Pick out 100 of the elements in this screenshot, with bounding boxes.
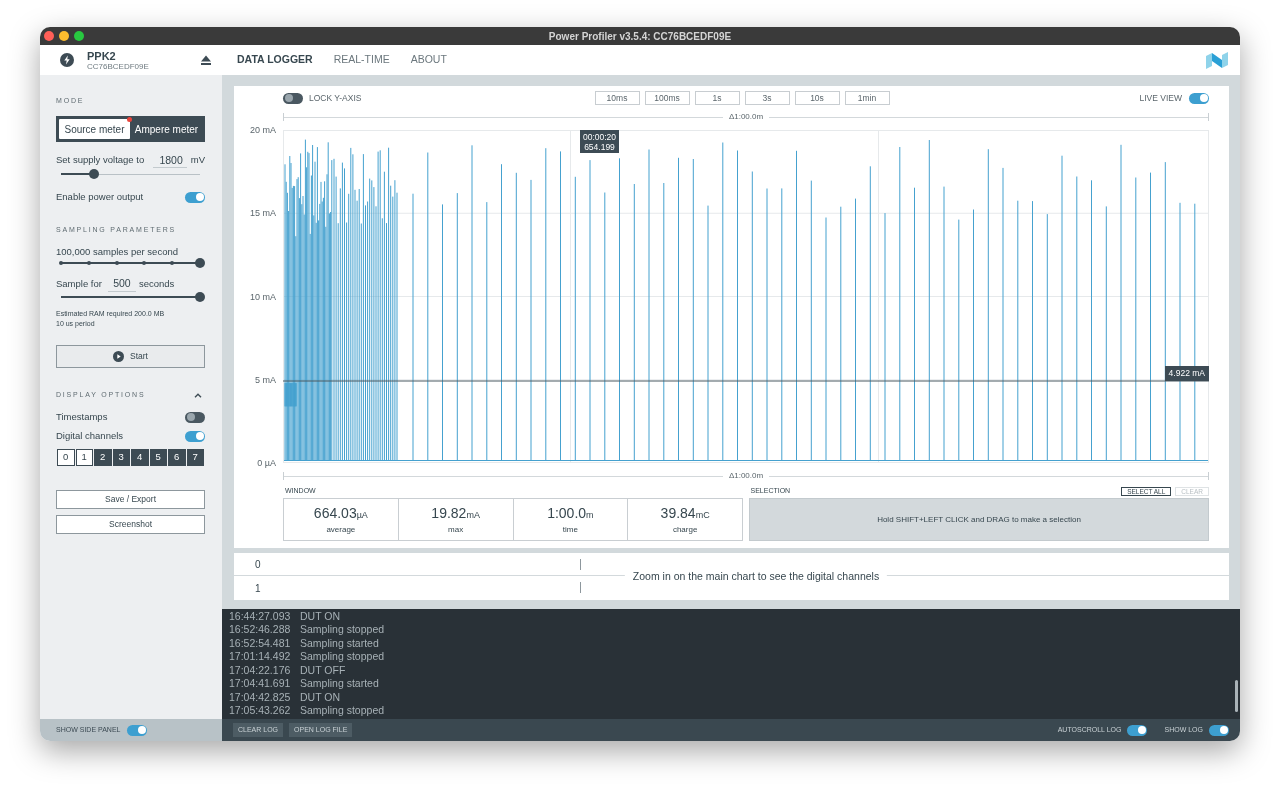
device-serial: CC76BCEDF09E [87, 61, 149, 71]
channel-label: 0 [255, 557, 261, 572]
field-label: Set supply voltage to [56, 152, 145, 167]
toggle-label: LOCK Y-AXIS [309, 91, 362, 105]
toggle-switch[interactable] [1209, 724, 1229, 736]
stat-unit: m [586, 510, 594, 523]
channel-toggle[interactable]: 2 [94, 449, 112, 466]
mode-option[interactable]: Ampere meter [131, 119, 202, 139]
log-time: 17:04:22.176 [229, 662, 292, 678]
window-title: Power Profiler v3.5.4: CC76BCEDF09E [548, 29, 732, 44]
stat-value: 19.82 [431, 505, 467, 522]
log-message: DUT ON [300, 608, 341, 624]
field-label: 100,000 samples per second [56, 246, 179, 257]
toggle-switch[interactable] [1127, 724, 1148, 736]
minimize-icon[interactable] [59, 31, 69, 41]
log-message: Sampling stopped [300, 703, 385, 719]
zoom-button[interactable]: 10s [794, 91, 840, 105]
action-button[interactable]: Screenshot [56, 515, 205, 534]
axis-label: 20 mA [250, 124, 276, 136]
stat-label: charge [672, 524, 698, 534]
marker-label: 4.922 mA [1164, 366, 1209, 381]
close-icon[interactable] [44, 31, 54, 41]
stat-label: average [326, 524, 356, 534]
cursor-value: 654.199 [584, 141, 615, 152]
log-message: Sampling started [300, 635, 379, 651]
stat-value: 664.03 [313, 505, 357, 522]
bolt-icon [60, 53, 74, 67]
tab[interactable]: ABOUT [410, 52, 447, 68]
channel-toggle[interactable]: 7 [186, 449, 204, 466]
log-time: 16:44:27.093 [229, 608, 292, 624]
zoom-button[interactable]: 1min [844, 91, 890, 105]
axis-label: 0 µA [257, 457, 276, 469]
log-time: 17:01:14.492 [229, 649, 292, 665]
tab[interactable]: REAL-TIME [333, 52, 390, 68]
toggle-switch[interactable] [185, 430, 205, 442]
voltage-input[interactable]: 1800 [152, 152, 187, 168]
channel-toggle[interactable]: 6 [168, 449, 186, 466]
log-time: 16:52:46.288 [229, 622, 292, 638]
zoom-button[interactable]: 1s [694, 91, 740, 105]
span-label: Δ1:00.0m [727, 111, 765, 123]
slider-thumb[interactable] [89, 169, 100, 179]
unit-label: mV [190, 152, 205, 167]
slider-step-icon [86, 261, 91, 265]
stat-value: 1:00.0 [547, 505, 587, 522]
scrollbar-thumb[interactable] [1235, 680, 1238, 712]
toggle-label: LIVE VIEW [1139, 91, 1182, 105]
log-message: DUT ON [300, 689, 341, 705]
toggle-switch[interactable] [185, 191, 205, 203]
log-message: Sampling stopped [300, 622, 385, 638]
axis-label: 5 mA [255, 373, 276, 386]
log-message: DUT OFF [300, 662, 346, 678]
slider-step-icon [142, 261, 147, 265]
field-label: seconds [138, 277, 175, 292]
log-time: 16:52:54.481 [229, 635, 292, 651]
log-time: 17:05:43.262 [229, 703, 292, 719]
tab[interactable]: DATA LOGGER [237, 52, 313, 68]
duration-input[interactable]: 500 [107, 277, 136, 292]
toggle-label: Enable power output [56, 189, 144, 204]
start-button[interactable]: Start [56, 345, 205, 368]
span-label: Δ1:00.0m [727, 470, 765, 482]
selection-hint: Hold SHIFT+LEFT CLICK and DRAG to make a selection [749, 498, 1209, 541]
log-message: Sampling stopped [300, 649, 385, 665]
logo-icon [1206, 51, 1228, 69]
toggle-label: Digital channels [56, 428, 124, 443]
toggle-switch[interactable] [185, 411, 205, 423]
action-button[interactable]: Save / Export [56, 490, 205, 509]
stat-label: time [562, 524, 578, 534]
slider-thumb[interactable] [195, 258, 205, 268]
log-time: 17:04:41.691 [229, 676, 292, 692]
chevron-up-icon[interactable] [194, 392, 202, 398]
zoom-button[interactable]: 3s [744, 91, 790, 105]
stat-unit: mA [466, 510, 480, 523]
slider-step-icon [170, 261, 175, 265]
channel-toggle[interactable]: 1 [75, 449, 93, 466]
log-time: 17:04:42.825 [229, 689, 292, 705]
stat-label: max [448, 524, 464, 534]
mode-option[interactable]: Source meter [59, 119, 130, 139]
axis-label: 15 mA [250, 207, 276, 220]
stat-value: 39.84 [660, 505, 696, 522]
field-label: Sample for [56, 277, 102, 292]
stat-unit: µA [356, 510, 368, 523]
toggle-switch[interactable] [1189, 92, 1209, 104]
channel-label: 1 [255, 581, 261, 596]
channel-toggle[interactable]: 3 [112, 449, 130, 466]
play-icon [113, 351, 124, 362]
cursor-time: 00:00:20 [582, 131, 617, 142]
toggle-switch[interactable] [127, 724, 148, 736]
channel-toggle[interactable]: 0 [57, 449, 75, 466]
eject-icon[interactable] [201, 55, 211, 65]
channel-toggle[interactable]: 5 [149, 449, 167, 466]
slider-step-icon [114, 261, 119, 265]
zoom-button[interactable]: 10ms [594, 91, 640, 105]
log-message: Sampling started [300, 676, 379, 692]
device-name: PPK2 [87, 49, 117, 62]
toggle-label: Timestamps [56, 409, 108, 424]
channel-toggle[interactable]: 4 [131, 449, 149, 466]
maximize-icon[interactable] [74, 31, 84, 41]
zoom-button[interactable]: 100ms [644, 91, 690, 105]
slider-thumb[interactable] [195, 292, 205, 302]
toggle-switch[interactable] [283, 92, 303, 104]
